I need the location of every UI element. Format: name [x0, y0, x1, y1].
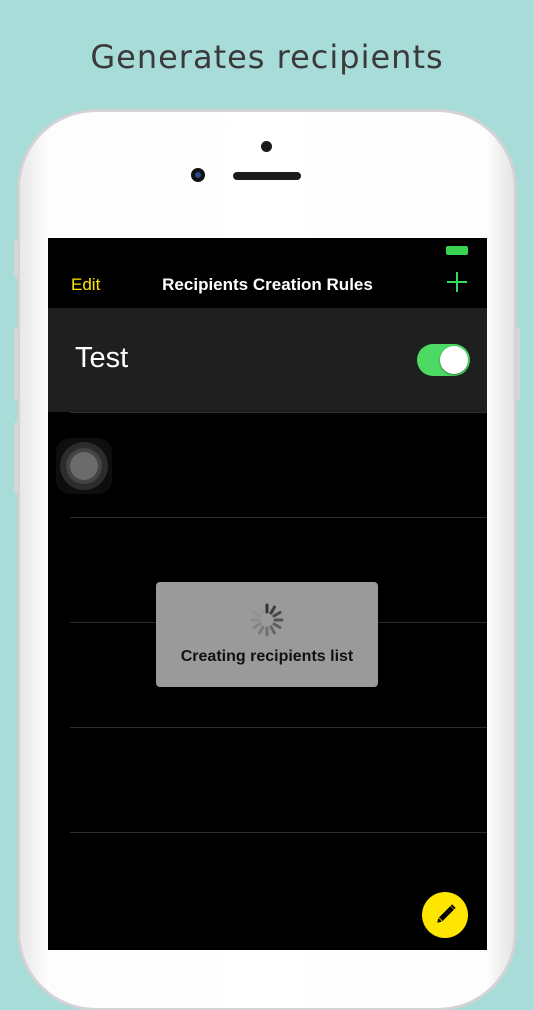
toggle-knob — [440, 346, 468, 374]
row-divider — [70, 727, 487, 728]
page-title: Recipients Creation Rules — [162, 275, 373, 294]
rule-name: Test — [75, 342, 129, 374]
assistive-touch-button[interactable] — [56, 438, 112, 494]
edit-fab-button[interactable] — [422, 892, 468, 938]
battery-icon — [446, 246, 468, 255]
power-button — [516, 328, 520, 400]
spinner-icon — [250, 603, 284, 637]
mute-switch — [14, 240, 18, 278]
earpiece-speaker — [233, 172, 301, 180]
front-camera — [191, 168, 205, 182]
assistive-touch-ring — [60, 442, 108, 490]
app-screen: Edit Recipients Creation Rules Test Crea… — [48, 238, 487, 950]
promo-headline: Generates recipients — [90, 38, 444, 76]
row-divider — [70, 832, 487, 833]
navigation-bar: Edit Recipients Creation Rules — [48, 266, 487, 306]
assistive-touch-dot — [70, 452, 98, 480]
loading-message: Creating recipients list — [180, 648, 354, 665]
pencil-icon — [437, 904, 456, 923]
rule-enabled-toggle[interactable] — [417, 344, 470, 376]
volume-down-button — [14, 422, 18, 494]
plus-icon[interactable] — [445, 270, 469, 294]
row-divider — [70, 412, 487, 413]
volume-up-button — [14, 328, 18, 400]
proximity-sensor — [261, 141, 272, 152]
row-divider — [70, 517, 487, 518]
rule-row[interactable]: Test — [48, 308, 487, 412]
loading-hud: Creating recipients list — [156, 582, 378, 687]
